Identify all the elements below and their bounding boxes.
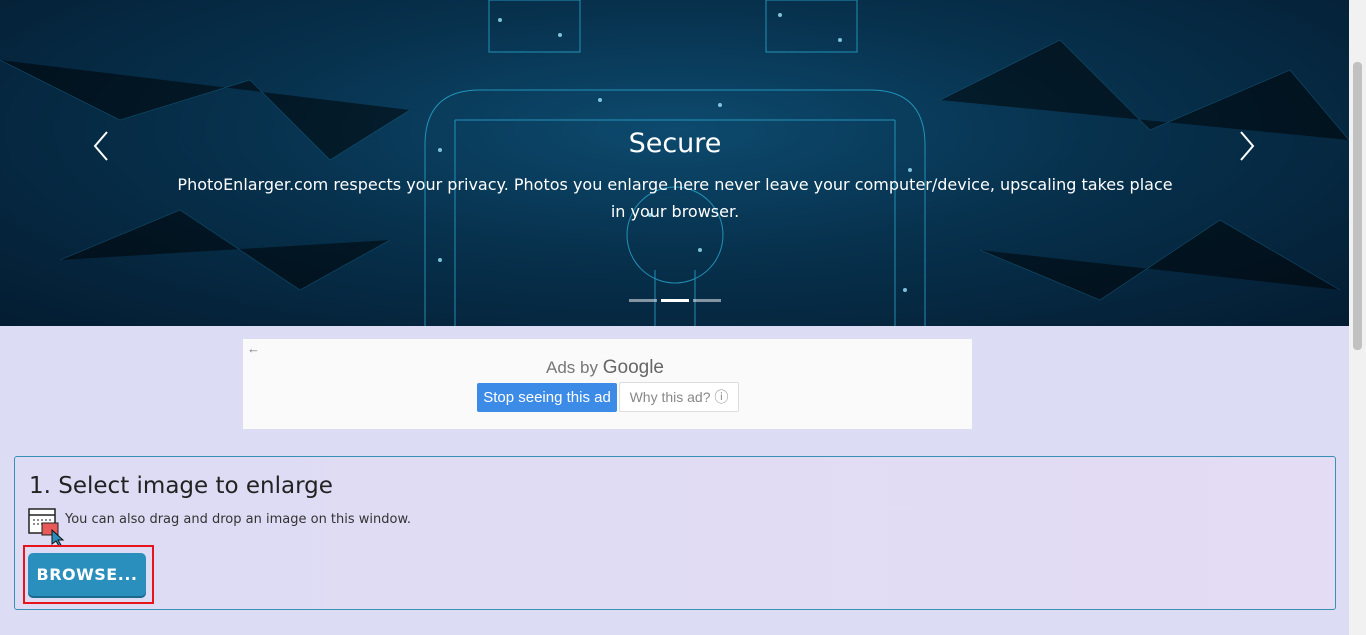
carousel-indicator-1[interactable]	[629, 299, 657, 302]
carousel-indicators	[629, 299, 721, 302]
browse-button[interactable]: BROWSE...	[28, 553, 146, 596]
ads-by-text: Ads by	[546, 358, 598, 377]
page-scrollbar[interactable]	[1349, 0, 1366, 635]
drag-drop-icon	[28, 508, 65, 546]
chevron-right-icon	[1240, 131, 1255, 161]
ads-by-google-label: Ads by Google	[546, 357, 664, 379]
carousel-caption: Secure PhotoEnlarger.com respects your p…	[170, 128, 1180, 225]
stop-seeing-ad-button[interactable]: Stop seeing this ad	[477, 383, 617, 412]
drag-drop-text: You can also drag and drop an image on t…	[65, 512, 412, 527]
scrollbar-thumb[interactable]	[1353, 62, 1362, 350]
select-image-panel: 1. Select image to enlarge You can also …	[14, 456, 1336, 610]
carousel-next-button[interactable]	[1232, 128, 1262, 164]
chevron-left-icon	[93, 131, 108, 161]
carousel-indicator-3[interactable]	[693, 299, 721, 302]
panel-title: 1. Select image to enlarge	[29, 473, 333, 499]
google-logo: Google	[602, 357, 664, 378]
carousel-title: Secure	[628, 128, 722, 159]
carousel-prev-button[interactable]	[86, 128, 116, 164]
carousel-text: PhotoEnlarger.com respects your privacy.…	[177, 175, 1173, 221]
why-this-ad-button[interactable]: Why this ad? ⓘ	[619, 382, 739, 412]
hero-carousel: Secure PhotoEnlarger.com respects your p…	[0, 0, 1349, 326]
ad-back-icon[interactable]: ←	[247, 341, 260, 356]
carousel-indicator-2[interactable]	[661, 299, 689, 302]
